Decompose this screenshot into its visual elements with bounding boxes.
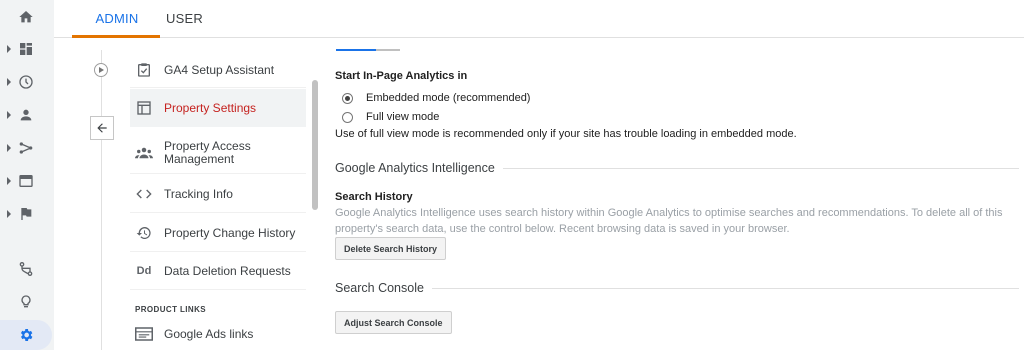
section-divider [431,287,1019,289]
acquisition-icon [19,142,33,154]
rail-behavior[interactable] [0,166,54,196]
ads-icon [135,325,153,343]
behavior-icon [19,175,33,187]
tab-user[interactable]: USER [166,0,203,38]
checkbox-icon [135,61,153,79]
adjust-search-console-button[interactable]: Adjust Search Console [335,311,452,334]
menu-item-tracking-info[interactable]: Tracking Info [130,175,306,213]
menu-item-label: Google Ads links [164,327,254,341]
gear-icon [20,329,33,341]
flag-icon [21,208,32,220]
delete-search-history-button[interactable]: Delete Search History [335,237,447,260]
menu-item-ga4-setup[interactable]: GA4 Setup Assistant [130,52,306,88]
menu-scrollbar[interactable] [312,80,318,210]
radio-embedded-row[interactable]: Embedded mode (recommended) [342,92,530,104]
menu-item-change-history[interactable]: Property Change History [130,214,306,252]
expand-caret-icon [7,144,11,152]
clock-icon [19,75,33,89]
menu-item-label: GA4 Setup Assistant [164,62,275,77]
menu-item-label: Data Deletion Requests [164,263,291,278]
lightbulb-icon [21,295,31,308]
rail-discover[interactable] [0,287,54,317]
field-underline [336,49,400,51]
layout-icon [135,99,153,117]
rail-customization[interactable] [0,34,54,64]
home-icon [19,11,33,23]
people-icon [135,144,153,162]
tab-admin[interactable]: ADMIN [74,0,160,38]
rail-home[interactable] [0,2,54,32]
expand-caret-icon [7,45,11,53]
settings-content: Start In-Page Analytics in Embedded mode… [335,44,1024,350]
timeline-dot-icon [94,63,108,77]
left-rail [0,0,54,350]
menu-item-label: Property Access Management [164,138,251,166]
rail-realtime[interactable] [0,67,54,97]
section-title-text: Search Console [335,281,424,295]
expand-caret-icon [7,177,11,185]
rail-audience[interactable] [0,100,54,130]
code-icon [135,185,153,203]
radio-full-row[interactable]: Full view mode [342,111,439,123]
person-icon [20,109,32,121]
app: ADMIN USER GA4 Setup Assistant Property … [0,0,1024,350]
radio-embedded-label: Embedded mode (recommended) [366,92,531,104]
section-intelligence: Google Analytics Intelligence [335,161,1019,175]
rail-admin[interactable] [0,320,52,350]
arrow-left-icon [97,123,107,133]
search-history-description: Google Analytics Intelligence uses searc… [335,207,1003,235]
radio-full[interactable] [342,111,353,123]
full-view-note: Use of full view mode is recommended onl… [335,128,797,140]
menu-item-label: Property Change History [164,225,296,240]
tab-bar: ADMIN USER [54,0,1024,38]
section-divider [502,167,1019,169]
dashboard-icon [20,43,32,55]
menu-section-product-links: PRODUCT LINKS [135,305,206,314]
in-page-analytics-heading: Start In-Page Analytics in [335,70,468,82]
rail-attribution[interactable] [0,254,54,284]
menu-item-data-deletion[interactable]: Dd Data Deletion Requests [130,252,306,290]
rail-conversions[interactable] [0,199,54,229]
radio-embedded[interactable] [342,92,353,104]
tab-active-indicator [72,35,160,38]
expand-caret-icon [7,111,11,119]
back-button[interactable] [90,116,114,140]
menu-item-google-ads-links[interactable]: Google Ads links [130,320,306,348]
expand-caret-icon [7,210,11,218]
dd-icon: Dd [136,264,152,277]
radio-full-label: Full view mode [366,111,440,123]
menu-item-property-access[interactable]: Property Access Management [130,132,306,174]
menu-item-property-settings[interactable]: Property Settings [130,89,306,127]
section-search-console: Search Console [335,281,1019,295]
attribution-icon [19,262,33,276]
menu-item-label: Tracking Info [164,186,233,201]
history-icon [135,224,153,242]
menu-item-label: Property Settings [164,101,257,115]
search-history-heading: Search History [335,191,413,203]
section-title-text: Google Analytics Intelligence [335,161,495,175]
rail-acquisition[interactable] [0,133,54,163]
expand-caret-icon [7,78,11,86]
timeline-line [101,50,102,350]
